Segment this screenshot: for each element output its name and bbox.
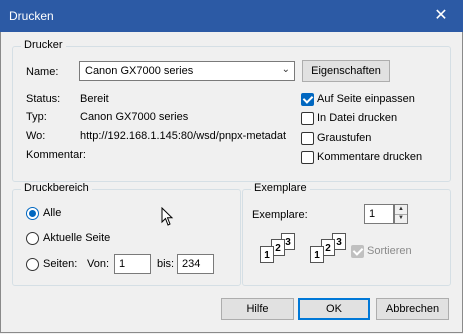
- from-value: 1: [119, 258, 126, 270]
- print-to-file-checkbox[interactable]: [301, 112, 314, 125]
- type-label: Typ:: [26, 111, 47, 123]
- copies-count-input[interactable]: 1: [364, 204, 394, 224]
- chevron-down-icon: ⌄: [281, 64, 290, 75]
- spin-down-icon[interactable]: ▼: [395, 214, 407, 223]
- copies-count-value: 1: [369, 208, 376, 220]
- grayscale-checkbox[interactable]: [301, 132, 314, 145]
- range-all-radio[interactable]: [26, 207, 39, 220]
- to-label: bis:: [157, 258, 175, 270]
- printer-name-value: Canon GX7000 series: [85, 65, 194, 77]
- range-pages-radio[interactable]: [26, 258, 39, 271]
- printer-group-label: Drucker: [21, 39, 66, 51]
- from-input[interactable]: 1: [114, 254, 151, 274]
- where-value-clip: http://192.168.1.145:80/wsd/pnpx-metadat: [80, 130, 297, 142]
- where-label: Wo:: [26, 130, 46, 142]
- comment-label: Kommentar:: [26, 149, 86, 161]
- ok-button[interactable]: OK: [298, 298, 370, 320]
- where-value: http://192.168.1.145:80/wsd/pnpx-metadat: [80, 130, 287, 142]
- copies-group-label: Exemplare: [251, 182, 310, 194]
- status-label: Status:: [26, 93, 61, 105]
- page-3-icon: 1: [310, 246, 324, 263]
- range-current-label[interactable]: Aktuelle Seite: [43, 232, 110, 244]
- to-input[interactable]: 234: [177, 254, 214, 274]
- cancel-button[interactable]: Abbrechen: [376, 298, 449, 320]
- collate-label[interactable]: Sortieren: [367, 245, 412, 257]
- help-button[interactable]: Hilfe: [221, 298, 294, 320]
- status-value: Bereit: [80, 93, 109, 105]
- collate-checkbox[interactable]: [351, 245, 364, 258]
- close-icon[interactable]: ✕: [425, 4, 457, 28]
- fit-page-label[interactable]: Auf Seite einpassen: [317, 93, 415, 105]
- copies-group: Exemplare: [242, 182, 451, 286]
- range-group-label: Druckbereich: [21, 182, 92, 194]
- range-pages-label[interactable]: Seiten:: [43, 258, 77, 270]
- from-label: Von:: [87, 258, 110, 270]
- properties-button[interactable]: Eigenschaften: [302, 60, 390, 82]
- print-comments-label[interactable]: Kommentare drucken: [317, 151, 422, 163]
- window-title: Drucken: [9, 9, 54, 23]
- print-comments-checkbox[interactable]: [301, 151, 314, 164]
- dialog-body: Drucker Name: Canon GX7000 series ⌄ Eige…: [0, 32, 463, 333]
- page-3-icon: 1: [260, 246, 274, 263]
- grayscale-label[interactable]: Graustufen: [317, 132, 371, 144]
- range-all-label[interactable]: Alle: [43, 207, 61, 219]
- to-value: 234: [182, 258, 201, 270]
- copies-spinner[interactable]: ▲ ▼: [394, 204, 408, 224]
- type-value: Canon GX7000 series: [80, 111, 189, 123]
- printer-name-select[interactable]: Canon GX7000 series ⌄: [79, 61, 295, 81]
- copies-count-label: Exemplare:: [252, 209, 308, 221]
- printer-name-label: Name:: [26, 66, 59, 78]
- fit-page-checkbox[interactable]: [301, 93, 314, 106]
- print-to-file-label[interactable]: In Datei drucken: [317, 112, 397, 124]
- range-current-radio[interactable]: [26, 232, 39, 245]
- mouse-cursor-icon: [161, 207, 174, 226]
- title-bar: Drucken ✕: [0, 0, 463, 32]
